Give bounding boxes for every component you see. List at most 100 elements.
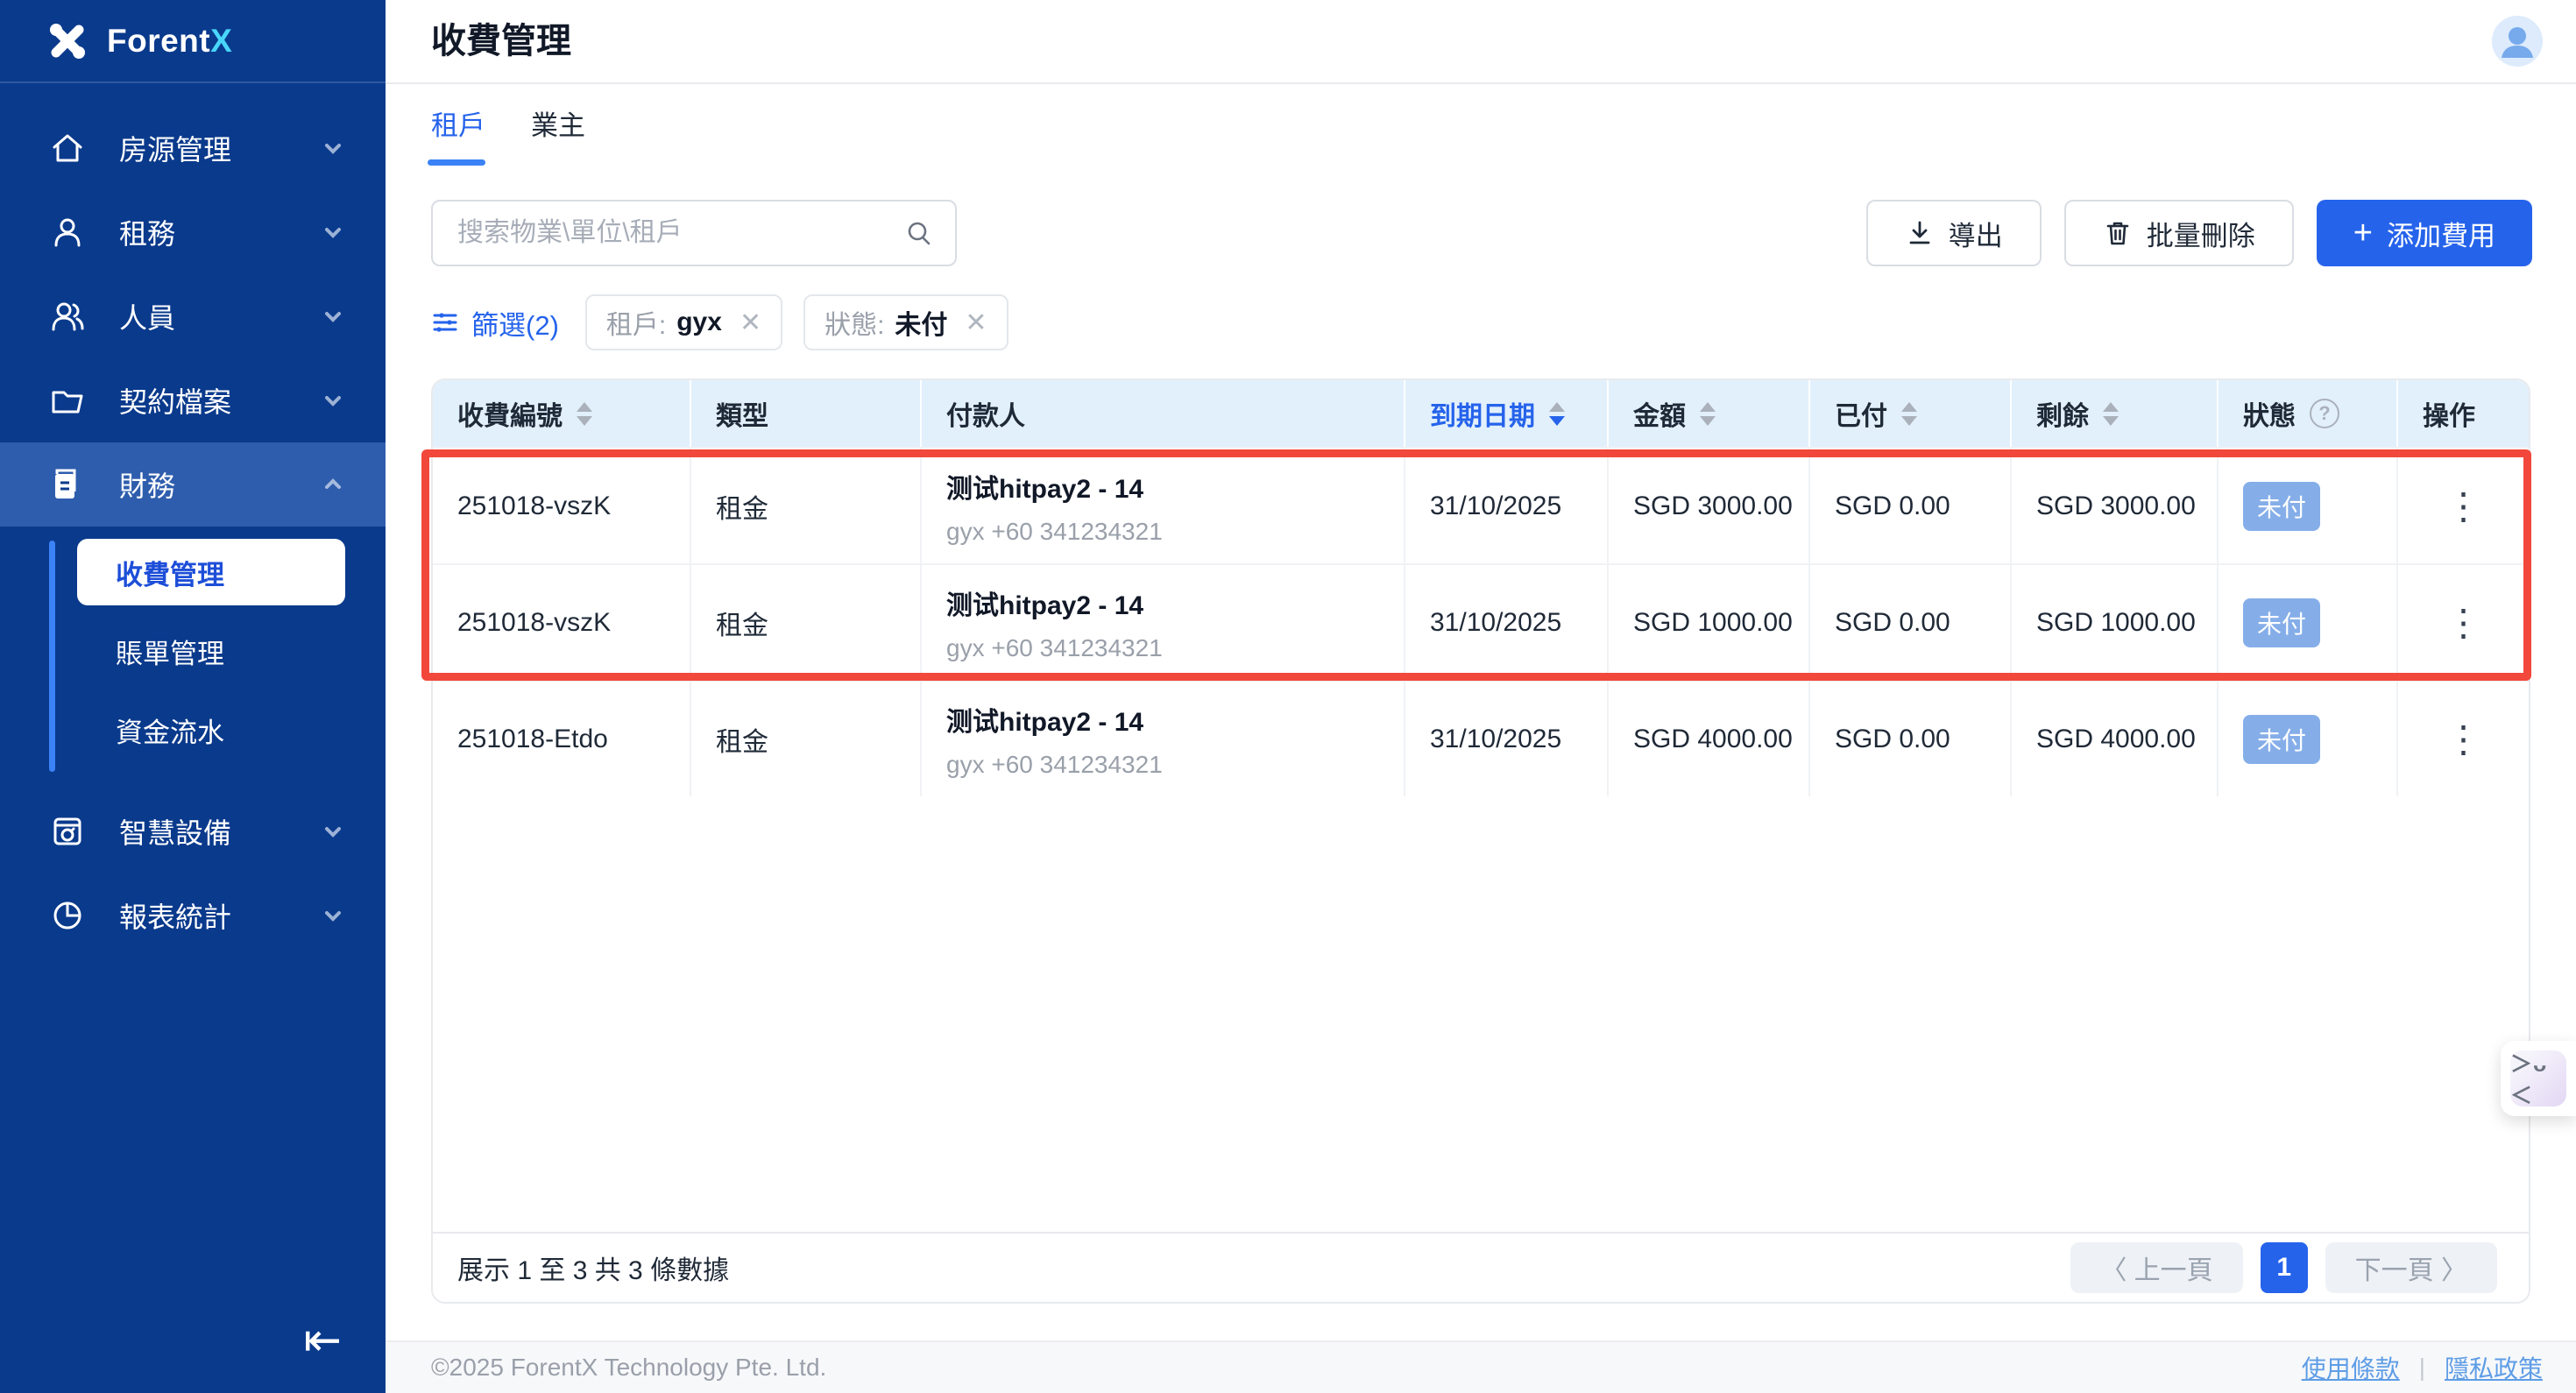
home-icon [49, 130, 86, 166]
copyright-text: ©2025 ForentX Technology Pte. Ltd. [431, 1354, 826, 1382]
cell-fee-id: 251018-Etdo [433, 682, 690, 796]
chevron-down-icon [321, 388, 345, 413]
people-icon [49, 298, 86, 335]
chevron-down-icon [321, 220, 345, 244]
table-row[interactable]: 251018-vszK 租金 测试hitpay2 - 14 gyx +60 34… [433, 563, 2529, 680]
pager-controls: 〈 上一頁 1 下一頁 〉 [2070, 1242, 2497, 1293]
search-input[interactable] [457, 218, 904, 248]
sort-icon[interactable] [2103, 402, 2119, 426]
cell-amount: SGD 1000.00 [1607, 565, 1808, 680]
current-page-button[interactable]: 1 [2261, 1242, 2308, 1293]
column-header-payer: 付款人 [920, 380, 1404, 447]
next-page-button[interactable]: 下一頁 〉 [2325, 1242, 2497, 1293]
filter-chip-status[interactable]: 狀態: 未付 ✕ [803, 294, 1008, 350]
filter-row: 篩選(2) 租戶: gyx ✕ 狀態: 未付 ✕ [431, 294, 1008, 350]
cell-amount: SGD 4000.00 [1607, 682, 1808, 796]
tab-tenant[interactable]: 租戶 [431, 103, 485, 166]
chevron-down-icon [321, 136, 345, 160]
sort-icon[interactable] [1700, 402, 1716, 426]
sidebar-item-properties[interactable]: 房源管理 [0, 106, 386, 190]
column-header-amount[interactable]: 金額 [1607, 380, 1808, 447]
sort-icon[interactable] [577, 402, 592, 426]
cell-remaining: SGD 4000.00 [2010, 682, 2217, 796]
cell-actions: ⋮ [2396, 449, 2529, 563]
sidebar-collapse-button[interactable]: ⇤ [303, 1318, 342, 1363]
help-icon[interactable]: ? [2310, 399, 2339, 428]
cell-fee-id: 251018-vszK [433, 565, 690, 680]
submenu-item-cash-flow[interactable]: 資金流水 [77, 696, 345, 763]
sidebar-item-smart-devices[interactable]: 智慧設備 [0, 789, 386, 873]
privacy-link[interactable]: 隱私政策 [2445, 1350, 2543, 1385]
cell-status: 未付 [2217, 565, 2396, 680]
avatar-person-icon [2492, 16, 2543, 67]
finance-submenu: 收費管理 賬單管理 資金流水 [0, 527, 386, 789]
column-header-fee-id[interactable]: 收費編號 [433, 380, 690, 447]
search-icon[interactable] [904, 218, 934, 248]
pagination-summary: 展示 1 至 3 共 3 條數據 [457, 1248, 729, 1287]
terms-link[interactable]: 使用條款 [2302, 1350, 2400, 1385]
chip-close-icon[interactable]: ✕ [740, 308, 761, 338]
cell-actions: ⋮ [2396, 565, 2529, 680]
kebab-menu-icon[interactable]: ⋮ [2445, 488, 2482, 525]
sidebar-nav: 房源管理 租務 人員 契約檔案 [0, 83, 386, 958]
cell-amount: SGD 3000.00 [1607, 449, 1808, 563]
sidebar-item-tenancy[interactable]: 租務 [0, 190, 386, 274]
brand-logo[interactable]: ForentX [0, 0, 386, 83]
chip-close-icon[interactable]: ✕ [965, 308, 987, 338]
chevron-up-icon [321, 472, 345, 497]
filter-icon [431, 308, 459, 336]
folder-icon [49, 382, 86, 419]
sort-icon[interactable] [1901, 402, 1917, 426]
sidebar-item-finance[interactable]: 財務 [0, 442, 386, 527]
submenu-item-fee-management[interactable]: 收費管理 [77, 539, 345, 605]
smart-device-icon [49, 813, 86, 850]
cell-due-date: 31/10/2025 [1404, 449, 1607, 563]
trash-icon [2103, 218, 2133, 248]
page-header: 收費管理 [386, 0, 2576, 84]
add-fee-button[interactable]: + 添加費用 [2317, 200, 2532, 266]
footer-separator: | [2419, 1354, 2425, 1382]
export-button[interactable]: 導出 [1866, 200, 2042, 266]
plus-icon: + [2353, 216, 2373, 250]
fees-table: 收費編號 類型 付款人 到期日期 金額 已付 剩餘 狀態 [431, 378, 2530, 1304]
kebab-menu-icon[interactable]: ⋮ [2445, 605, 2482, 641]
bulk-delete-button[interactable]: 批量刪除 [2064, 200, 2294, 266]
column-header-paid[interactable]: 已付 [1808, 380, 2010, 447]
cell-due-date: 31/10/2025 [1404, 682, 1607, 796]
cell-fee-id: 251018-vszK [433, 449, 690, 563]
filter-button[interactable]: 篩選(2) [431, 303, 564, 343]
status-badge-unpaid: 未付 [2243, 482, 2320, 531]
column-header-remaining[interactable]: 剩餘 [2010, 380, 2217, 447]
table-row[interactable]: 251018-Etdo 租金 测试hitpay2 - 14 gyx +60 34… [433, 680, 2529, 796]
toolbar-actions: 導出 批量刪除 + 添加費用 [1866, 200, 2532, 266]
pagination-bar: 展示 1 至 3 共 3 條數據 〈 上一頁 1 下一頁 〉 [433, 1232, 2529, 1302]
cell-paid: SGD 0.00 [1808, 682, 2010, 796]
status-badge-unpaid: 未付 [2243, 715, 2320, 764]
sort-icon-active[interactable] [1549, 402, 1565, 426]
kebab-menu-icon[interactable]: ⋮ [2445, 721, 2482, 758]
sidebar: ForentX 房源管理 租務 人員 契約 [0, 0, 386, 1393]
sidebar-item-people[interactable]: 人員 [0, 274, 386, 358]
table-row[interactable]: 251018-vszK 租金 测试hitpay2 - 14 gyx +60 34… [433, 447, 2529, 563]
filter-chip-tenant[interactable]: 租戶: gyx ✕ [585, 294, 782, 350]
assistant-widget[interactable]: ＞ᴗ＜ [2501, 1041, 2576, 1116]
chevron-down-icon [321, 304, 345, 329]
user-avatar[interactable] [2492, 16, 2543, 67]
cell-due-date: 31/10/2025 [1404, 565, 1607, 680]
cell-status: 未付 [2217, 682, 2396, 796]
page-title: 收費管理 [431, 0, 571, 82]
column-header-actions: 操作 [2396, 380, 2529, 447]
footer-links: 使用條款 | 隱私政策 [2302, 1350, 2543, 1385]
brand-name: ForentX [107, 23, 232, 60]
prev-page-button[interactable]: 〈 上一頁 [2070, 1242, 2242, 1293]
cell-remaining: SGD 3000.00 [2010, 449, 2217, 563]
cell-type: 租金 [690, 565, 920, 680]
cell-remaining: SGD 1000.00 [2010, 565, 2217, 680]
cell-payer: 测试hitpay2 - 14 gyx +60 341234321 [920, 565, 1404, 680]
brand-x-icon [47, 21, 88, 61]
submenu-item-bill-management[interactable]: 賬單管理 [77, 618, 345, 684]
tab-landlord[interactable]: 業主 [531, 103, 585, 166]
column-header-due-date[interactable]: 到期日期 [1404, 380, 1607, 447]
sidebar-item-reports[interactable]: 報表統計 [0, 873, 386, 958]
sidebar-item-contracts[interactable]: 契約檔案 [0, 358, 386, 442]
